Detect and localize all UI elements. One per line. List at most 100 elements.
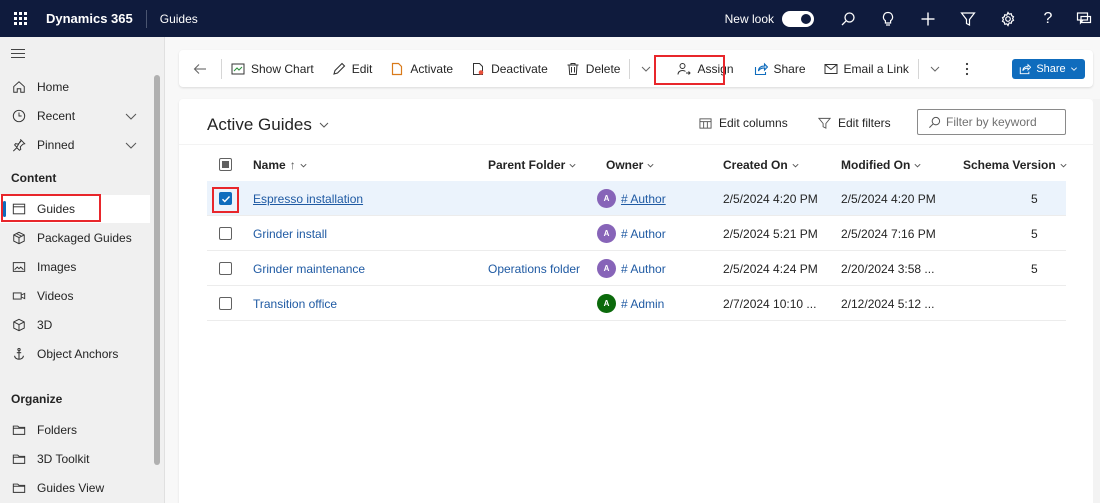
sidebar-item-label: 3D Toolkit [37,452,90,466]
app-name[interactable]: Dynamics 365 [46,11,133,26]
chevron-down-icon[interactable] [124,138,138,152]
schema-version-value: 5 [1031,261,1038,276]
filter-icon [960,11,976,26]
select-all-checkbox[interactable] [219,158,232,171]
table-row[interactable]: Grinder maintenance Operations folder A # A… [207,251,1066,286]
hamburger-menu-button[interactable] [11,49,25,61]
filter-by-keyword-field[interactable] [917,109,1066,135]
chevron-down-icon[interactable] [124,109,138,123]
email-link-button[interactable]: Email a Link [815,50,918,87]
sidebar-item-object-anchors[interactable]: Object Anchors [0,340,150,368]
activate-icon [392,62,403,75]
view-selector[interactable]: Active Guides [207,115,330,135]
sidebar-item-home[interactable]: Home [0,73,150,101]
sidebar-item-pinned[interactable]: Pinned [0,131,150,159]
sidebar-item-3d[interactable]: 3D [0,311,150,339]
owner-link[interactable]: # Admin [621,297,664,311]
sidebar-item-folders[interactable]: Folders [0,416,150,444]
new-look-toggle[interactable] [782,10,814,27]
owner-avatar: A [597,189,616,208]
sidebar-item-3d-toolkit[interactable]: 3D Toolkit [0,445,150,473]
table-row[interactable]: Transition office A # Admin 2/7/2024 10:10 … [207,286,1066,321]
table-row[interactable]: Grinder install A # Author 2/5/2024 5:21 PM… [207,216,1066,251]
anchor-icon [11,346,27,362]
column-header-parent-folder[interactable]: Parent Folder [488,158,577,172]
sidebar-item-label: Home [37,80,70,94]
column-header-name[interactable]: Name ↑ [253,158,308,172]
sidebar-scrollbar[interactable] [154,75,160,465]
gear-icon [1001,10,1015,27]
owner-avatar: A [597,259,616,278]
top-bar: Dynamics 365 Guides New look ? [0,0,1100,37]
guide-name-link[interactable]: Espresso installation [253,181,363,216]
guide-name-link[interactable]: Transition office [253,286,337,321]
command-bar: Show Chart Edit Activate Deactivate Dele… [179,50,1093,87]
parent-folder-link[interactable]: Operations folder [488,251,580,286]
edit-columns-button[interactable]: Edit columns [699,116,788,130]
column-header-schema-version[interactable]: Schema Version [963,158,1068,172]
back-button[interactable] [179,50,221,87]
chat-button[interactable] [1068,0,1100,37]
row-checkbox[interactable] [219,192,232,205]
sidebar-item-videos[interactable]: Videos [0,282,150,310]
owner-avatar: A [597,294,616,313]
overflow-menu-button[interactable] [951,50,983,87]
more-commands-chevron-2[interactable] [919,50,951,87]
divider [145,9,147,28]
row-checkbox[interactable] [219,227,232,240]
sidebar-item-recent[interactable]: Recent [0,102,150,130]
sidebar-item-label: Videos [37,289,74,303]
app-launcher-button[interactable] [0,0,40,37]
section-heading-organize: Organize [11,392,63,406]
assign-label: Assign [697,61,734,76]
sort-ascending-icon: ↑ [289,158,296,172]
edit-button[interactable]: Edit [323,50,382,87]
filter-by-keyword-input[interactable] [946,115,1056,129]
package-icon [11,230,27,246]
edit-filters-button[interactable]: Edit filters [818,116,891,130]
chevron-down-icon [930,66,940,72]
deactivate-button[interactable]: Deactivate [462,50,557,87]
more-vertical-icon [965,62,969,75]
sidebar-item-guides[interactable]: Guides [0,195,150,223]
column-header-created-on[interactable]: Created On [723,158,800,172]
deactivate-icon [473,62,484,75]
help-button[interactable]: ? [1028,0,1068,37]
settings-button[interactable] [988,0,1028,37]
activate-button[interactable]: Activate [381,50,462,87]
guide-name-link[interactable]: Grinder maintenance [253,251,365,286]
more-commands-chevron[interactable] [630,50,662,87]
show-chart-label: Show Chart [251,61,314,76]
table-row[interactable]: Espresso installation A # Author 2/5/2024 4… [207,181,1066,216]
tips-button[interactable] [868,0,908,37]
guide-name-link[interactable]: Grinder install [253,216,327,251]
row-checkbox[interactable] [219,262,232,275]
share-button[interactable]: Share [745,50,815,87]
owner-link[interactable]: # Author [621,192,666,206]
column-header-owner[interactable]: Owner [606,158,655,172]
new-button[interactable] [908,0,948,37]
delete-label: Delete [585,61,621,76]
owner-link[interactable]: # Author [621,262,666,276]
created-on-value: 2/5/2024 4:24 PM [723,261,818,276]
delete-button[interactable]: Delete [557,50,630,87]
module-name[interactable]: Guides [160,12,198,26]
sidebar-item-label: Recent [37,109,76,123]
sidebar-item-packaged-guides[interactable]: Packaged Guides [0,224,150,252]
show-chart-button[interactable]: Show Chart [222,50,323,87]
assign-button[interactable]: Assign [668,50,742,87]
column-header-modified-on[interactable]: Modified On [841,158,922,172]
folder-icon [11,451,27,467]
filter-icon [818,117,831,129]
chevron-down-icon [319,122,329,128]
sidebar-item-images[interactable]: Images [0,253,150,281]
share-primary-button[interactable]: Share [1012,59,1085,79]
owner-link[interactable]: # Author [621,227,666,241]
row-checkbox[interactable] [219,297,232,310]
search-icon [929,116,941,128]
search-button[interactable] [828,0,868,37]
clock-icon [11,108,27,124]
filter-button[interactable] [948,0,988,37]
share-primary-label: Share [1036,63,1066,75]
sidebar-item-guides-view[interactable]: Guides View [0,474,150,502]
